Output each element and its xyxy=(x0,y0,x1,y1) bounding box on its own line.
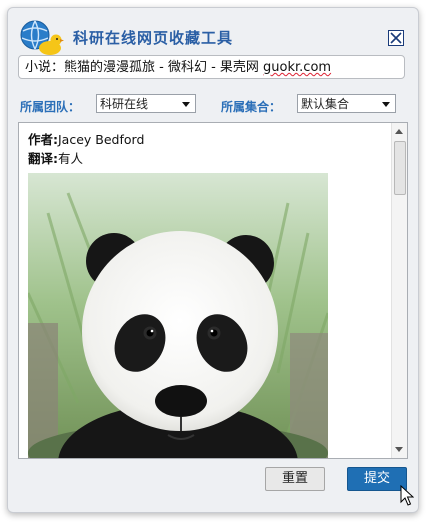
translator-label: 翻译: xyxy=(28,151,58,166)
chevron-down-icon xyxy=(382,102,390,107)
close-icon[interactable] xyxy=(388,30,404,46)
translator-value: 有人 xyxy=(58,151,84,166)
page-title-text: 小说：熊猫的漫漫孤旅 - 微科幻 - 果壳网 xyxy=(25,60,264,75)
collection-select-value: 默认集合 xyxy=(301,97,350,111)
scroll-down-arrow-icon[interactable] xyxy=(395,447,403,452)
translator-line: 翻译:有人 xyxy=(28,148,83,167)
page-title-field[interactable]: 小说：熊猫的漫漫孤旅 - 微科幻 - 果壳网 guokr.com xyxy=(18,55,405,79)
collection-select[interactable]: 默认集合 xyxy=(297,94,396,113)
dialog-title: 科研在线网页收藏工具 xyxy=(73,29,234,47)
page-title-domain: guokr.com xyxy=(263,60,332,75)
mouse-pointer-icon xyxy=(400,485,414,506)
team-label: 所属团队： xyxy=(20,100,81,114)
author-label: 作者: xyxy=(28,132,58,147)
scrollbar-thumb[interactable] xyxy=(394,141,406,195)
reset-button[interactable]: 重置 xyxy=(265,467,325,491)
team-select[interactable]: 科研在线 xyxy=(96,94,196,113)
team-select-value: 科研在线 xyxy=(100,97,149,111)
app-logo-icon xyxy=(20,20,64,55)
scroll-up-arrow-icon[interactable] xyxy=(395,129,403,134)
collection-label: 所属集合： xyxy=(221,100,282,114)
submit-button[interactable]: 提交 xyxy=(347,467,407,491)
panda-photo xyxy=(28,173,328,458)
author-line: 作者:Jacey Bedford xyxy=(28,129,144,148)
clip-dialog: 科研在线网页收藏工具 小说：熊猫的漫漫孤旅 - 微科幻 - 果壳网 guokr.… xyxy=(7,7,419,513)
author-value: Jacey Bedford xyxy=(58,132,145,147)
chevron-down-icon xyxy=(182,102,190,107)
content-preview[interactable]: 作者:Jacey Bedford 翻译:有人 xyxy=(18,122,408,459)
content-scrollbar[interactable] xyxy=(391,123,407,458)
